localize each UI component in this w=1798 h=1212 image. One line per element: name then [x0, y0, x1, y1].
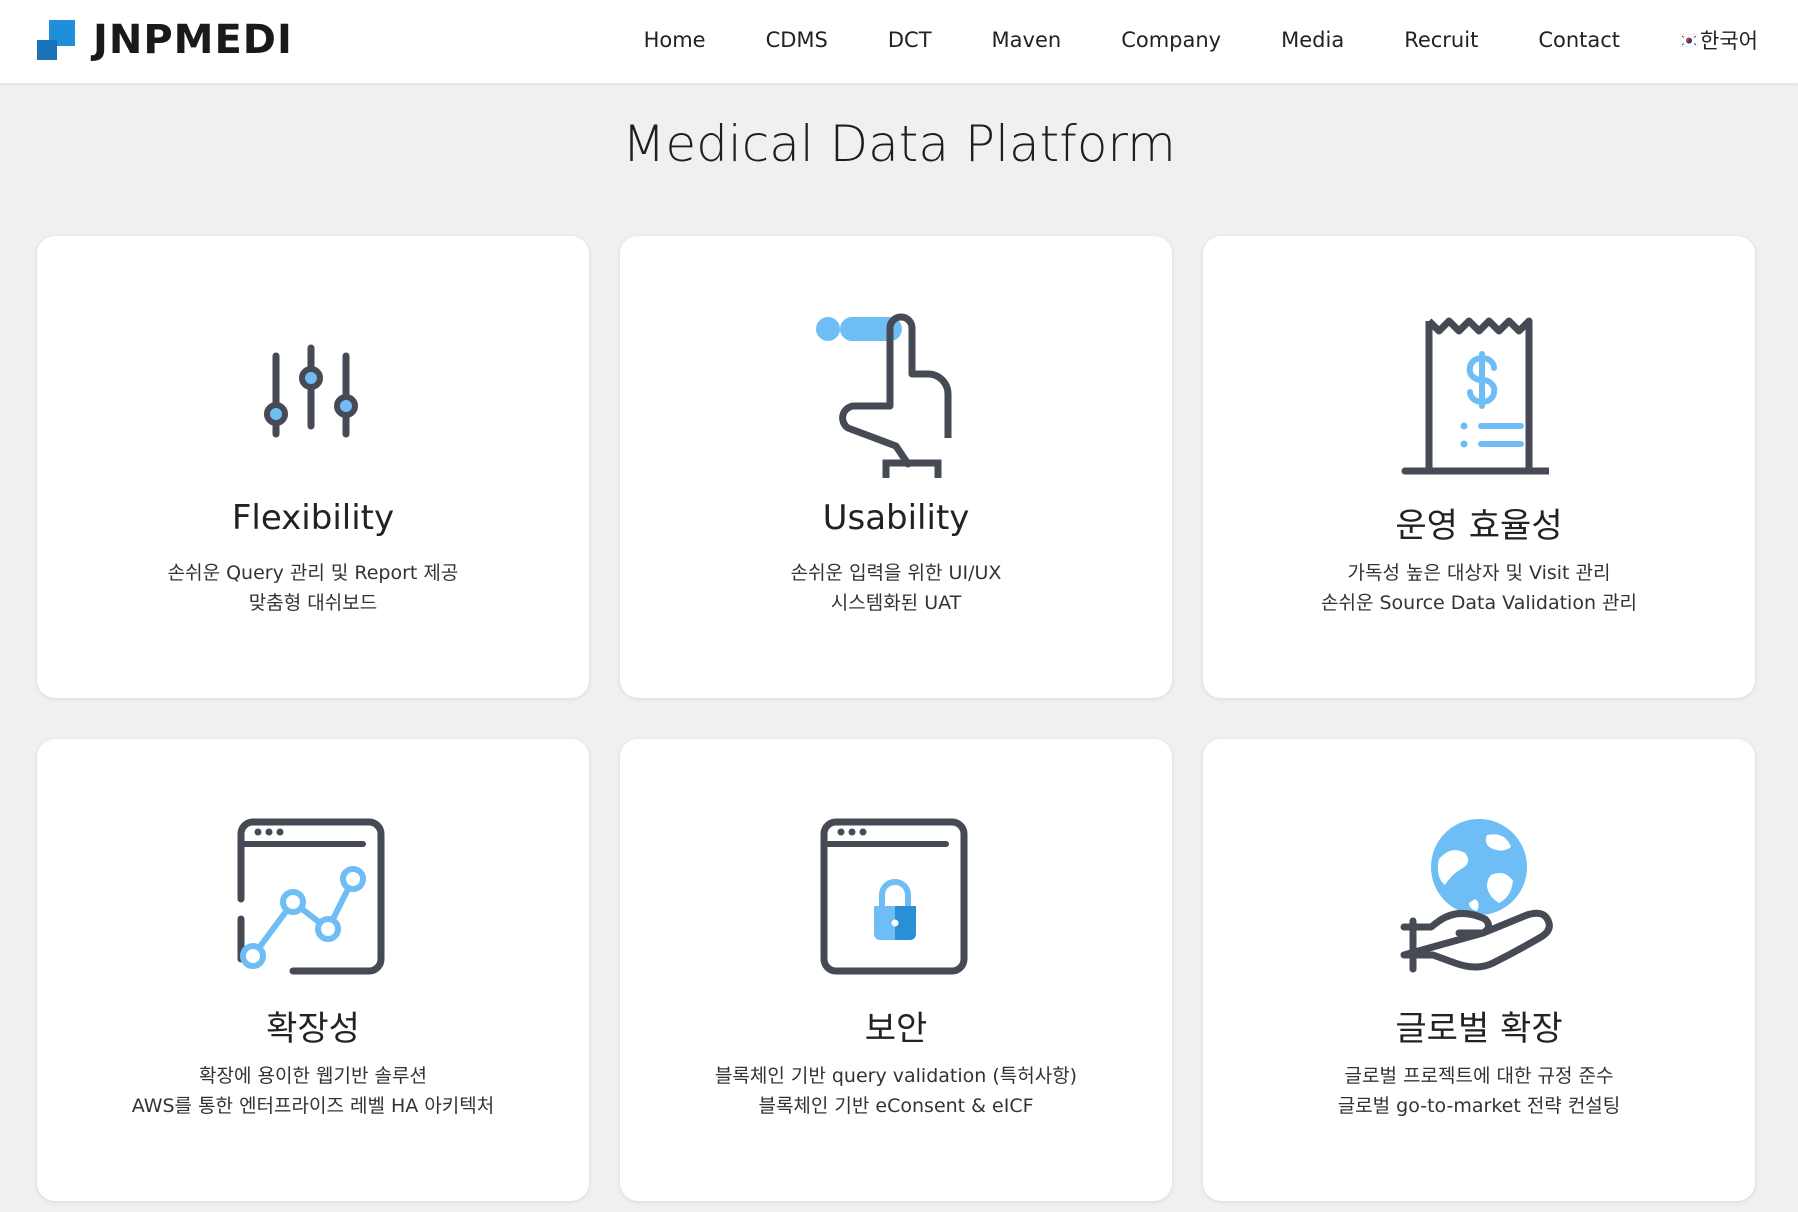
card-desc-line: 맞춤형 대쉬보드 — [248, 592, 378, 614]
card-title: 확장성 — [266, 1009, 360, 1049]
language-switcher[interactable]: 한국어 — [1680, 25, 1758, 55]
sliders-icon — [264, 344, 358, 438]
nav-item-maven[interactable]: Maven — [992, 28, 1062, 52]
top-navigation-bar: JNPMEDI Home CDMS DCT Maven Company Medi… — [0, 0, 1798, 83]
card-title: 운영 효율성 — [1395, 506, 1563, 546]
nav-item-media[interactable]: Media — [1281, 28, 1344, 52]
brand-name: JNPMEDI — [93, 17, 293, 63]
feature-card-global-expansion: 글로벌 확장 글로벌 프로젝트에 대한 규정 준수 글로벌 go-to-mark… — [1203, 739, 1755, 1201]
card-desc-line: 확장에 용이한 웹기반 솔루션 — [199, 1065, 427, 1087]
feature-card-scalability: 확장성 확장에 용이한 웹기반 솔루션 AWS를 통한 엔터프라이즈 레벨 HA… — [37, 739, 589, 1201]
card-desc-line: 블록체인 기반 query validation (특허사항) — [714, 1065, 1078, 1087]
feature-card-flexibility: Flexibility 손쉬운 Query 관리 및 Report 제공 맞춤형… — [37, 236, 589, 698]
brand-logo[interactable]: JNPMEDI — [37, 17, 293, 63]
browser-chart-icon — [237, 818, 385, 975]
card-description: 손쉬운 Query 관리 및 Report 제공 맞춤형 대쉬보드 — [57, 558, 569, 618]
card-desc-line: 블록체인 기반 eConsent & eICF — [758, 1095, 1034, 1117]
logo-mark-icon — [37, 20, 77, 60]
main-nav: Home CDMS DCT Maven Company Media Recrui… — [584, 20, 1758, 60]
feature-card-security: 보안 블록체인 기반 query validation (특허사항) 블록체인 … — [620, 739, 1172, 1201]
feature-card-operational-efficiency: 운영 효율성 가독성 높은 대상자 및 Visit 관리 손쉬운 Source … — [1203, 236, 1755, 698]
card-desc-line: 글로벌 프로젝트에 대한 규정 준수 — [1344, 1065, 1614, 1087]
page-title: Medical Data Platform — [622, 115, 1176, 173]
pointing-hand-icon — [816, 313, 952, 478]
card-description: 블록체인 기반 query validation (특허사항) 블록체인 기반 … — [640, 1061, 1152, 1121]
card-desc-line: 시스템화된 UAT — [830, 592, 962, 614]
nav-item-company[interactable]: Company — [1121, 28, 1221, 52]
card-title: Flexibility — [231, 498, 395, 538]
korea-flag-icon — [1680, 33, 1699, 47]
card-desc-line: 글로벌 go-to-market 전략 컨설팅 — [1337, 1095, 1621, 1117]
nav-item-cdms[interactable]: CDMS — [766, 28, 828, 52]
card-description: 손쉬운 입력을 위한 UI/UX 시스템화된 UAT — [640, 558, 1152, 618]
card-title: Usability — [822, 498, 970, 538]
globe-hand-icon — [1400, 819, 1553, 973]
receipt-dollar-icon — [1401, 317, 1549, 475]
card-desc-line: 손쉬운 입력을 위한 UI/UX — [790, 562, 1002, 584]
card-description: 글로벌 프로젝트에 대한 규정 준수 글로벌 go-to-market 전략 컨… — [1223, 1061, 1735, 1121]
nav-item-recruit[interactable]: Recruit — [1404, 28, 1478, 52]
card-title: 보안 — [864, 1009, 928, 1049]
card-desc-line: AWS를 통한 엔터프라이즈 레벨 HA 아키텍처 — [131, 1095, 495, 1117]
language-label: 한국어 — [1700, 29, 1758, 53]
card-desc-line: 손쉬운 Query 관리 및 Report 제공 — [167, 562, 459, 584]
card-desc-line: 가독성 높은 대상자 및 Visit 관리 — [1347, 562, 1611, 584]
feature-card-usability: Usability 손쉬운 입력을 위한 UI/UX 시스템화된 UAT — [620, 236, 1172, 698]
browser-lock-icon — [820, 818, 968, 975]
nav-item-contact[interactable]: Contact — [1538, 28, 1620, 52]
card-description: 가독성 높은 대상자 및 Visit 관리 손쉬운 Source Data Va… — [1223, 558, 1735, 618]
nav-item-dct[interactable]: DCT — [888, 28, 932, 52]
nav-item-home[interactable]: Home — [644, 28, 706, 52]
card-description: 확장에 용이한 웹기반 솔루션 AWS를 통한 엔터프라이즈 레벨 HA 아키텍… — [57, 1061, 569, 1121]
card-desc-line: 손쉬운 Source Data Validation 관리 — [1320, 592, 1637, 614]
card-title: 글로벌 확장 — [1395, 1009, 1563, 1049]
